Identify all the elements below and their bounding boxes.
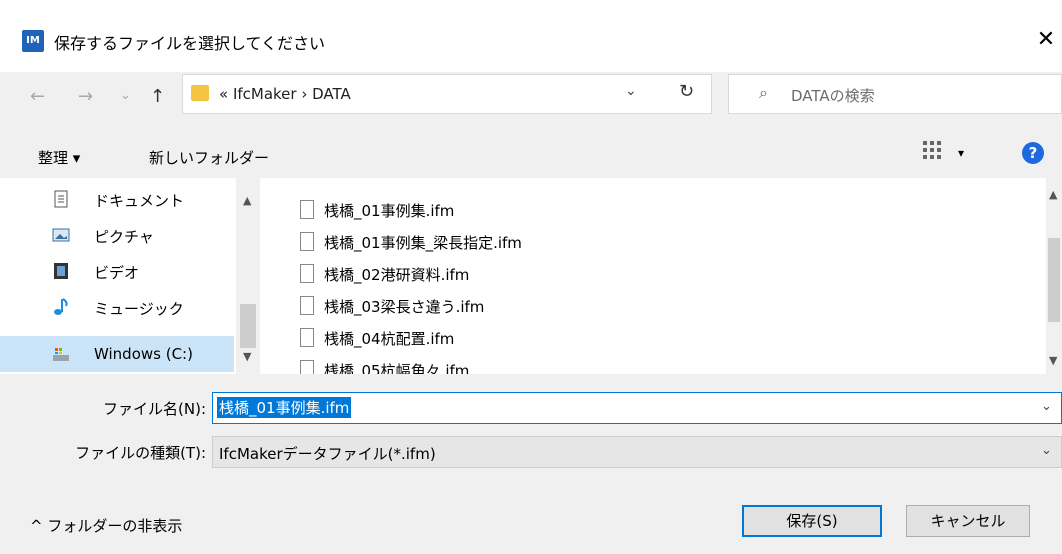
file-list-scrollbar[interactable]: ▲ ▼ [1046,178,1062,374]
file-icon [300,200,314,219]
filetype-select[interactable]: IfcMakerデータファイル(*.ifm) ⌄ [212,436,1062,468]
scroll-down-icon[interactable]: ▼ [243,350,251,363]
sidebar-item-label: ビデオ [94,264,140,282]
forward-button[interactable]: → [78,86,93,107]
video-icon [54,263,68,279]
filename-label: ファイル名(N): [103,400,206,418]
recent-locations-button[interactable]: ⌄ [120,88,131,103]
scrollbar-thumb[interactable] [240,304,256,348]
sidebar-item-videos[interactable]: ビデオ [0,254,234,290]
breadcrumb[interactable]: « IfcMaker › DATA [219,85,351,103]
filetype-label: ファイルの種類(T): [75,444,206,462]
sidebar-item-documents[interactable]: ドキュメント [0,182,234,218]
document-icon [54,190,68,208]
sidebar-scrollbar[interactable]: ▲ ▼ [236,178,260,374]
music-icon [54,298,68,315]
sidebar-item-pictures[interactable]: ピクチャ [0,218,234,254]
view-grid-icon[interactable] [922,140,942,160]
file-name: 桟橋_04杭配置.ifm [324,330,455,348]
file-icon [300,360,314,374]
filetype-value: IfcMakerデータファイル(*.ifm) [219,445,436,463]
hide-folders-button[interactable]: ^ フォルダーの非表示 [30,515,182,536]
help-icon[interactable]: ? [1022,142,1044,164]
sidebar-item-label: Windows (C:) [94,345,193,363]
file-list[interactable]: 桟橋_01事例集.ifm 桟橋_01事例集_梁長指定.ifm 桟橋_02港研資料… [260,178,1062,374]
file-name: 桟橋_01事例集_梁長指定.ifm [324,234,522,252]
chevron-down-icon[interactable]: ⌄ [625,83,637,99]
scroll-down-icon[interactable]: ▼ [1049,354,1057,367]
organize-button[interactable]: 整理 ▾ [38,147,80,168]
file-icon [300,296,314,315]
close-button[interactable]: ✕ [1030,24,1062,56]
filename-value[interactable]: 桟橋_01事例集.ifm [217,397,352,418]
file-name: 桟橋_02港研資料.ifm [324,266,470,284]
file-icon [300,264,314,283]
file-name: 桟橋_05杭幅角々.ifm [324,362,470,374]
sidebar-item-label: ドキュメント [94,192,185,210]
title-bar: IM 保存するファイルを選択してください ✕ [0,0,1062,72]
chevron-down-icon[interactable]: ⌄ [1041,399,1052,414]
app-icon: IM [22,30,44,52]
sidebar-item-label: ミュージック [94,300,184,318]
sidebar-item-label: ピクチャ [94,228,154,246]
scroll-up-icon[interactable]: ▲ [1049,188,1057,201]
view-dropdown-button[interactable]: ▾ [958,146,964,160]
sidebar-item-windows-c[interactable]: Windows (C:) [0,336,234,372]
address-bar[interactable]: « IfcMaker › DATA ⌄ ↻ [182,74,712,114]
back-button[interactable]: ← [30,86,45,107]
picture-icon [52,228,70,242]
save-button[interactable]: 保存(S) [742,505,882,537]
search-icon: ⌕ [759,83,768,102]
refresh-icon[interactable]: ↻ [679,81,694,102]
navigation-pane[interactable]: ドキュメント ピクチャ ビデオ ミュージック Windows (C:) ▲ ▼ [0,178,260,374]
new-folder-button[interactable]: 新しいフォルダー [149,147,269,168]
file-icon [300,328,314,347]
filename-input[interactable]: 桟橋_01事例集.ifm ⌄ [212,392,1062,424]
chevron-down-icon[interactable]: ⌄ [1041,443,1052,458]
cancel-button[interactable]: キャンセル [906,505,1030,537]
search-input[interactable]: DATAの検索 [791,85,875,106]
drive-icon [53,348,69,361]
file-name: 桟橋_03梁長さ違う.ifm [324,298,485,316]
search-box[interactable]: ⌕ DATAの検索 [728,74,1062,114]
file-name: 桟橋_01事例集.ifm [324,202,455,220]
window-title: 保存するファイルを選択してください [54,34,326,53]
up-button[interactable]: ↑ [150,86,165,107]
file-icon [300,232,314,251]
scrollbar-thumb[interactable] [1048,238,1060,322]
scroll-up-icon[interactable]: ▲ [243,194,251,207]
sidebar-item-music[interactable]: ミュージック [0,290,234,326]
folder-icon [191,85,209,101]
